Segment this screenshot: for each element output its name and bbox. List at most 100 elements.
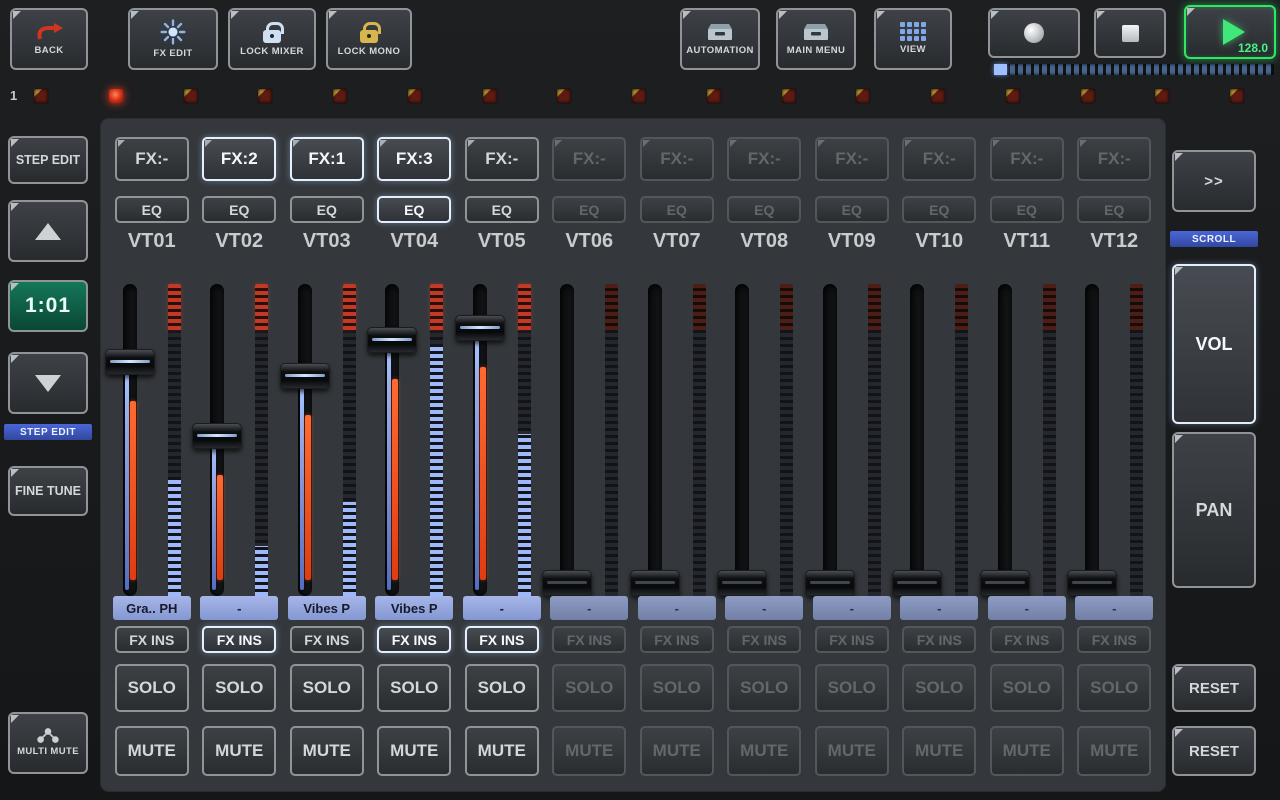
track-indicator-icon[interactable]	[333, 89, 347, 103]
sample-name-label[interactable]: -	[463, 596, 541, 620]
eq-button[interactable]: EQ	[815, 196, 889, 223]
fx-insert-button[interactable]: FX INS	[290, 626, 364, 653]
sample-name-label[interactable]: -	[550, 596, 628, 620]
track-indicator-icon[interactable]	[1081, 89, 1095, 103]
fader-track[interactable]	[298, 284, 312, 596]
fine-tune-button[interactable]: FINE TUNE	[8, 466, 88, 516]
fx-edit-button[interactable]: FX EDIT	[128, 8, 218, 70]
back-button[interactable]: BACK	[10, 8, 88, 70]
track-indicator-icon[interactable]	[34, 89, 48, 103]
track-indicator-icon[interactable]	[1230, 89, 1244, 103]
scroll-right-button[interactable]: >>	[1172, 150, 1256, 212]
fader-knob[interactable]	[717, 570, 767, 596]
track-indicator-icon[interactable]	[707, 89, 721, 103]
solo-button[interactable]: SOLO	[640, 664, 714, 712]
fx-select-button[interactable]: FX:-	[727, 137, 801, 181]
fx-select-button[interactable]: FX:-	[552, 137, 626, 181]
fader-knob[interactable]	[455, 315, 505, 341]
sample-name-label[interactable]: Vibes P	[375, 596, 453, 620]
mute-button[interactable]: MUTE	[552, 726, 626, 776]
fx-insert-button[interactable]: FX INS	[640, 626, 714, 653]
step-down-button[interactable]	[8, 352, 88, 414]
sample-name-label[interactable]: -	[1075, 596, 1153, 620]
fx-insert-button[interactable]: FX INS	[552, 626, 626, 653]
solo-button[interactable]: SOLO	[552, 664, 626, 712]
fx-insert-button[interactable]: FX INS	[902, 626, 976, 653]
track-indicator-icon[interactable]	[184, 89, 198, 103]
sample-name-label[interactable]: -	[200, 596, 278, 620]
solo-button[interactable]: SOLO	[115, 664, 189, 712]
track-indicator-icon[interactable]	[1006, 89, 1020, 103]
stop-button[interactable]	[1094, 8, 1166, 58]
solo-button[interactable]: SOLO	[1077, 664, 1151, 712]
track-indicator-icon[interactable]	[1155, 89, 1169, 103]
mute-button[interactable]: MUTE	[115, 726, 189, 776]
track-indicator-icon[interactable]	[782, 89, 796, 103]
track-indicator-icon[interactable]	[483, 89, 497, 103]
fader-track[interactable]	[823, 284, 837, 596]
lock-mixer-button[interactable]: LOCK MIXER	[228, 8, 316, 70]
mute-button[interactable]: MUTE	[377, 726, 451, 776]
fader-track[interactable]	[473, 284, 487, 596]
fader-knob[interactable]	[280, 363, 330, 389]
eq-button[interactable]: EQ	[552, 196, 626, 223]
eq-button[interactable]: EQ	[990, 196, 1064, 223]
track-indicator-icon[interactable]	[258, 89, 272, 103]
solo-button[interactable]: SOLO	[202, 664, 276, 712]
main-menu-button[interactable]: MAIN MENU	[776, 8, 856, 70]
mute-button[interactable]: MUTE	[290, 726, 364, 776]
fx-select-button[interactable]: FX:-	[640, 137, 714, 181]
fx-insert-button[interactable]: FX INS	[115, 626, 189, 653]
fader-knob[interactable]	[192, 423, 242, 449]
fx-select-button[interactable]: FX:2	[202, 137, 276, 181]
mute-button[interactable]: MUTE	[1077, 726, 1151, 776]
fx-insert-button[interactable]: FX INS	[465, 626, 539, 653]
eq-button[interactable]: EQ	[640, 196, 714, 223]
fx-select-button[interactable]: FX:-	[465, 137, 539, 181]
fx-insert-button[interactable]: FX INS	[377, 626, 451, 653]
sample-name-label[interactable]: -	[988, 596, 1066, 620]
fader-knob[interactable]	[1067, 570, 1117, 596]
lock-mono-button[interactable]: LOCK MONO	[326, 8, 412, 70]
eq-button[interactable]: EQ	[202, 196, 276, 223]
fx-select-button[interactable]: FX:-	[990, 137, 1064, 181]
automation-button[interactable]: AUTOMATION	[680, 8, 760, 70]
track-indicator-icon[interactable]	[632, 89, 646, 103]
fader-track[interactable]	[1085, 284, 1099, 596]
solo-button[interactable]: SOLO	[290, 664, 364, 712]
fader-track[interactable]	[385, 284, 399, 596]
fader-track[interactable]	[998, 284, 1012, 596]
eq-button[interactable]: EQ	[115, 196, 189, 223]
multi-mute-button[interactable]: MULTI MUTE	[8, 712, 88, 774]
fx-select-button[interactable]: FX:1	[290, 137, 364, 181]
fader-knob[interactable]	[805, 570, 855, 596]
sample-name-label[interactable]: -	[638, 596, 716, 620]
mute-button[interactable]: MUTE	[727, 726, 801, 776]
eq-button[interactable]: EQ	[1077, 196, 1151, 223]
play-button[interactable]: 128.0	[1184, 5, 1276, 59]
fx-insert-button[interactable]: FX INS	[727, 626, 801, 653]
fader-knob[interactable]	[892, 570, 942, 596]
solo-button[interactable]: SOLO	[990, 664, 1064, 712]
mute-button[interactable]: MUTE	[202, 726, 276, 776]
solo-button[interactable]: SOLO	[377, 664, 451, 712]
sample-name-label[interactable]: Gra.. PH	[113, 596, 191, 620]
eq-button[interactable]: EQ	[465, 196, 539, 223]
fader-track[interactable]	[210, 284, 224, 596]
solo-button[interactable]: SOLO	[465, 664, 539, 712]
sample-name-label[interactable]: -	[900, 596, 978, 620]
eq-button[interactable]: EQ	[902, 196, 976, 223]
eq-button[interactable]: EQ	[377, 196, 451, 223]
fx-select-button[interactable]: FX:-	[902, 137, 976, 181]
fx-select-button[interactable]: FX:-	[815, 137, 889, 181]
sample-name-label[interactable]: -	[813, 596, 891, 620]
fx-insert-button[interactable]: FX INS	[1077, 626, 1151, 653]
eq-button[interactable]: EQ	[727, 196, 801, 223]
pan-mode-button[interactable]: PAN	[1172, 432, 1256, 588]
mute-button[interactable]: MUTE	[815, 726, 889, 776]
record-button[interactable]	[988, 8, 1080, 58]
fader-knob[interactable]	[980, 570, 1030, 596]
solo-button[interactable]: SOLO	[727, 664, 801, 712]
fx-insert-button[interactable]: FX INS	[815, 626, 889, 653]
fx-select-button[interactable]: FX:-	[115, 137, 189, 181]
